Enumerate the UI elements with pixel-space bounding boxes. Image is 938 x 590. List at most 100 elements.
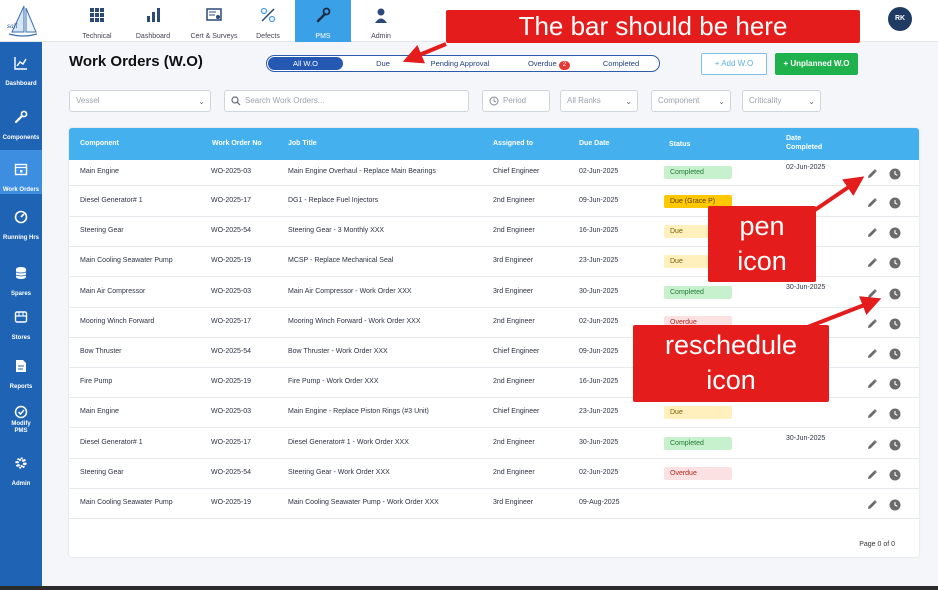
reschedule-icon[interactable] bbox=[889, 438, 901, 451]
reschedule-icon[interactable] bbox=[889, 347, 901, 360]
component-cell: Fire Pump bbox=[80, 378, 113, 385]
tab-completed[interactable]: Completed bbox=[589, 57, 653, 70]
tab-due[interactable]: Due bbox=[357, 57, 409, 70]
column-header[interactable]: Component bbox=[80, 139, 119, 148]
status-badge: Completed bbox=[664, 166, 732, 179]
date-completed-cell: 30-Jun-2025 bbox=[786, 435, 826, 442]
column-header[interactable]: Work Order No bbox=[212, 139, 262, 148]
tab-overdue[interactable]: Overdue 2 bbox=[517, 57, 581, 70]
annotation-pen-icon: pen icon bbox=[708, 206, 816, 282]
sidebar-item-spares[interactable]: Spares bbox=[0, 266, 42, 300]
nav-admin[interactable]: Admin bbox=[353, 0, 409, 42]
reschedule-icon[interactable] bbox=[889, 317, 901, 330]
period-picker[interactable]: Period bbox=[482, 90, 550, 112]
pen-icon[interactable] bbox=[866, 407, 878, 419]
wo-number-cell: WO-2025-19 bbox=[211, 378, 252, 385]
component-select[interactable]: Component ⌄ bbox=[651, 90, 731, 112]
tab-label: Completed bbox=[602, 59, 640, 68]
reschedule-icon[interactable] bbox=[889, 377, 901, 390]
tab-pending-approval[interactable]: Pending Approval bbox=[415, 57, 505, 70]
nav-pms[interactable]: PMS bbox=[295, 0, 351, 42]
pen-icon[interactable] bbox=[866, 498, 878, 510]
avatar[interactable]: RK bbox=[888, 7, 912, 31]
reschedule-icon[interactable] bbox=[889, 498, 901, 511]
wo-number-cell: WO-2025-54 bbox=[211, 469, 252, 476]
pen-icon[interactable] bbox=[866, 196, 878, 208]
column-header[interactable]: Date Completed bbox=[786, 134, 836, 152]
pen-icon[interactable] bbox=[866, 287, 878, 299]
reschedule-icon[interactable] bbox=[889, 167, 901, 180]
component-cell: Main Engine bbox=[80, 408, 119, 415]
search-icon bbox=[231, 96, 241, 106]
sidebar-item-reports[interactable]: Reports bbox=[0, 359, 42, 393]
component-select-value: Component bbox=[658, 96, 700, 105]
reschedule-icon[interactable] bbox=[889, 407, 901, 420]
tab-all-wo[interactable]: All W.O bbox=[268, 57, 343, 70]
vessel-select[interactable]: Vessel ⌄ bbox=[69, 90, 211, 112]
sail-logo[interactable]: sail bbox=[4, 2, 42, 40]
calendar-icon bbox=[14, 163, 28, 176]
sidebar-item-components[interactable]: Components bbox=[0, 110, 42, 144]
table-row[interactable]: Main Cooling Seawater Pump WO-2025-19 Main… bbox=[69, 489, 919, 519]
due-date-cell: 23-Jun-2025 bbox=[579, 257, 619, 264]
criticality-select[interactable]: Criticality ⌄ bbox=[742, 90, 821, 112]
sidebar-item-work-orders[interactable]: Work Orders bbox=[0, 150, 42, 194]
table-row[interactable]: Diesel Generator# 1 WO-2025-17 Diesel Gene… bbox=[69, 428, 919, 459]
nav-defects[interactable]: Defects bbox=[240, 0, 296, 42]
tab-label: All W.O bbox=[292, 59, 318, 68]
job-title-cell: Steering Gear - 3 Monthly XXX bbox=[288, 227, 385, 234]
job-title-cell: Fire Pump - Work Order XXX bbox=[288, 378, 379, 385]
vessel-select-value: Vessel bbox=[76, 96, 100, 105]
nav-dashboard[interactable]: Dashboard bbox=[125, 0, 181, 42]
pen-icon[interactable] bbox=[866, 167, 878, 179]
reschedule-icon[interactable] bbox=[889, 256, 901, 269]
pen-icon[interactable] bbox=[866, 226, 878, 238]
status-badge: Completed bbox=[664, 286, 732, 299]
search-input[interactable]: Search Work Orders... bbox=[224, 90, 469, 112]
sidebar-item-stores[interactable]: Stores bbox=[0, 310, 42, 344]
unplanned-wo-button[interactable]: + Unplanned W.O bbox=[775, 53, 858, 75]
wo-number-cell: WO-2025-19 bbox=[211, 499, 252, 506]
sidebar-item-running-hrs[interactable]: Running Hrs bbox=[0, 210, 42, 244]
table-row[interactable]: Steering Gear WO-2025-54 Steering Gear - W… bbox=[69, 459, 919, 489]
nav-cert-surveys[interactable]: Cert & Surveys bbox=[183, 0, 245, 42]
nav-label: Technical bbox=[82, 33, 112, 40]
due-date-cell: 16-Jun-2025 bbox=[579, 227, 619, 234]
add-wo-button[interactable]: + Add W.O bbox=[701, 53, 767, 75]
status-badge: Overdue bbox=[664, 467, 732, 480]
pen-icon[interactable] bbox=[866, 468, 878, 480]
sidebar-item-admin[interactable]: Admin bbox=[0, 456, 42, 490]
table-header: Component Work Order No Job Title Assign… bbox=[69, 128, 919, 160]
annotation-reschedule-icon: reschedule icon bbox=[633, 325, 829, 402]
column-header[interactable]: Assigned to bbox=[493, 139, 533, 148]
sidebar-item-modify-pms[interactable]: Modify PMS bbox=[0, 405, 42, 435]
table-row[interactable]: Main Engine WO-2025-03 Main Engine Overhau… bbox=[69, 160, 919, 186]
assigned-cell: 2nd Engineer bbox=[493, 318, 535, 325]
due-date-cell: 23-Jun-2025 bbox=[579, 408, 619, 415]
job-title-cell: Main Air Compressor - Work Order XXX bbox=[288, 288, 412, 295]
store-icon bbox=[14, 311, 28, 323]
pen-icon[interactable] bbox=[866, 256, 878, 268]
pen-icon[interactable] bbox=[866, 317, 878, 329]
nav-technical[interactable]: Technical bbox=[69, 0, 125, 42]
pen-icon[interactable] bbox=[866, 377, 878, 389]
ranks-select[interactable]: All Ranks ⌄ bbox=[560, 90, 638, 112]
annotation-pen-text: pen icon bbox=[737, 211, 787, 276]
sidebar-item-dashboard[interactable]: Dashboard bbox=[0, 56, 42, 90]
column-header[interactable]: Due Date bbox=[579, 139, 609, 148]
pen-icon[interactable] bbox=[866, 438, 878, 450]
date-completed-cell: 30-Jun-2025 bbox=[786, 284, 826, 291]
component-cell: Diesel Generator# 1 bbox=[80, 439, 143, 446]
column-header[interactable]: Job Title bbox=[288, 139, 317, 148]
table-row[interactable]: Main Engine WO-2025-03 Main Engine - Repla… bbox=[69, 398, 919, 428]
pen-icon[interactable] bbox=[866, 347, 878, 359]
app-window: sail Technical Dashboard Cert & Surveys … bbox=[0, 0, 938, 586]
reschedule-icon[interactable] bbox=[889, 196, 901, 209]
wrench-icon bbox=[316, 7, 331, 23]
sidebar-item-label: Work Orders bbox=[2, 187, 40, 193]
reschedule-icon[interactable] bbox=[889, 287, 901, 300]
reschedule-icon[interactable] bbox=[889, 468, 901, 481]
column-header[interactable]: Status bbox=[669, 140, 690, 149]
reschedule-icon[interactable] bbox=[889, 226, 901, 239]
page-title: Work Orders (W.O) bbox=[69, 53, 203, 70]
